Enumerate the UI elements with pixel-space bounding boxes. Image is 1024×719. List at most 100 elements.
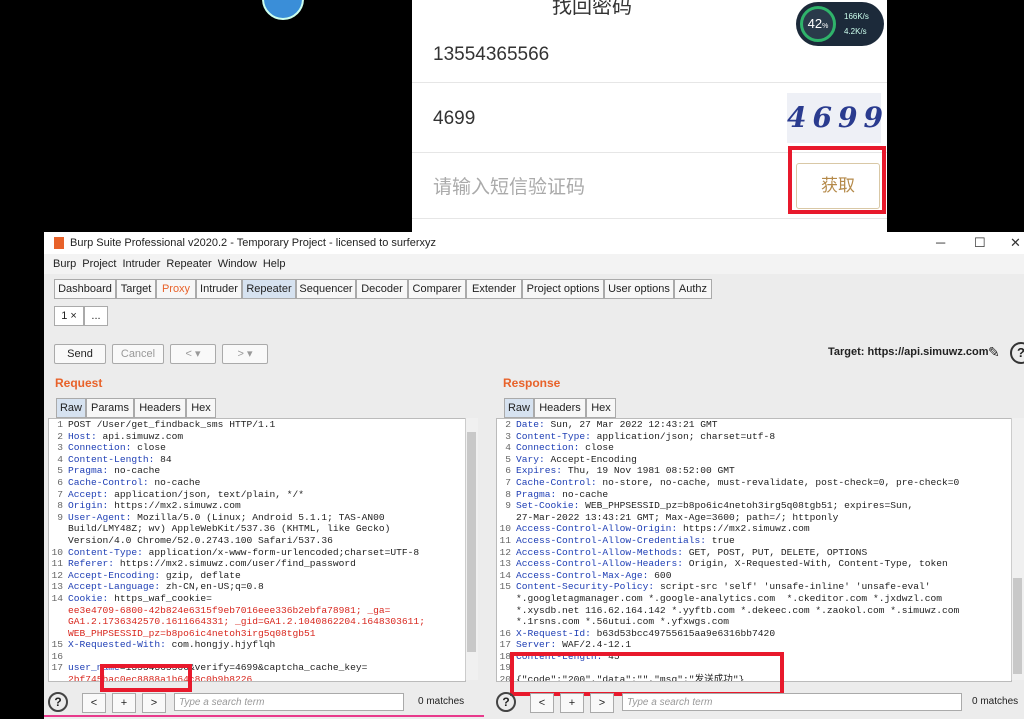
captcha-input[interactable]: 4699: [433, 108, 475, 130]
request-search-help-icon[interactable]: ?: [48, 692, 68, 712]
next-history-button[interactable]: > ▾: [222, 344, 268, 364]
response-header-value: *.xysdb.net 116.62.164.142 *.yyftb.com *…: [516, 604, 960, 616]
request-scroll-thumb[interactable]: [467, 432, 476, 652]
response-editor[interactable]: 2 Date: Sun, 27 Mar 2022 12:43:21 GMT 3 Con…: [496, 418, 1012, 682]
tab-sequencer[interactable]: Sequencer: [296, 279, 356, 299]
response-tab-hex[interactable]: Hex: [586, 398, 616, 418]
help-icon[interactable]: ?: [1010, 342, 1024, 364]
tab-repeater[interactable]: Repeater: [242, 279, 296, 299]
close-icon[interactable]: ✕: [1010, 232, 1021, 254]
repeater-tab-1[interactable]: 1 ×: [54, 306, 84, 326]
response-line-number: 2: [505, 419, 511, 430]
tab-decoder[interactable]: Decoder: [356, 279, 408, 299]
request-tab-headers[interactable]: Headers: [134, 398, 186, 418]
response-search-help-icon[interactable]: ?: [496, 692, 516, 712]
response-scrollbar[interactable]: [1011, 418, 1024, 680]
highlight-box-get: [788, 146, 886, 214]
response-header-value: 600: [648, 569, 672, 581]
request-tab-params[interactable]: Params: [86, 398, 134, 418]
response-scroll-thumb[interactable]: [1013, 578, 1022, 674]
request-header-name: Origin:: [68, 500, 109, 512]
request-header-value: POST /User/get_findback_sms HTTP/1.1: [68, 419, 276, 430]
burp-logo-icon: [54, 237, 64, 249]
request-tab-hex[interactable]: Hex: [186, 398, 216, 418]
request-search-add-button[interactable]: +: [112, 693, 136, 713]
request-header-name: Content-Type:: [68, 546, 143, 558]
request-header-name: Referer:: [68, 558, 115, 570]
request-line-number: 4: [57, 453, 63, 465]
request-header-value: no-cache: [108, 465, 161, 477]
request-editor[interactable]: 1 POST /User/get_findback_sms HTTP/1.1 2 Ho…: [48, 418, 466, 682]
response-line: 8 Pragma: no-cache: [497, 489, 1011, 501]
request-search-next-button[interactable]: >: [142, 693, 166, 713]
response-line: *.xysdb.net 116.62.164.142 *.yyftb.com *…: [497, 605, 1011, 617]
menu-burp[interactable]: Burp: [53, 258, 76, 270]
menu-window[interactable]: Window: [218, 258, 257, 270]
response-header-value: 27-Mar-2022 13:43:21 GMT; Max-Age=3600; …: [516, 511, 839, 523]
captcha-image[interactable]: 4699: [787, 93, 883, 143]
response-line: 16 X-Request-Id: b63d53bcc49755615aa9e631…: [497, 628, 1011, 640]
request-header-value: close: [131, 442, 166, 454]
request-line-number: 13: [51, 581, 63, 593]
response-search-prev-button[interactable]: <: [530, 693, 554, 713]
request-search-prev-button[interactable]: <: [82, 693, 106, 713]
repeater-tab-more[interactable]: ...: [84, 306, 108, 326]
response-line: 5 Vary: Accept-Encoding: [497, 454, 1011, 466]
response-line: 13 Access-Control-Allow-Headers: Origin, …: [497, 558, 1011, 570]
tab-comparer[interactable]: Comparer: [408, 279, 466, 299]
response-tab-raw[interactable]: Raw: [504, 398, 534, 418]
request-line: Build/LMY48Z; wv) AppleWebKit/537.36 (KH…: [49, 523, 465, 535]
menu-help[interactable]: Help: [263, 258, 286, 270]
send-button[interactable]: Send: [54, 344, 106, 364]
minimize-icon[interactable]: ─: [936, 232, 945, 254]
target-label[interactable]: Target: https://api.simuwz.com: [828, 346, 989, 358]
request-line-number: 2: [57, 430, 63, 442]
request-tab-raw[interactable]: Raw: [56, 398, 86, 418]
tab-intruder[interactable]: Intruder: [196, 279, 242, 299]
request-line-number: 3: [57, 442, 63, 454]
request-line: 4 Content-Length: 84: [49, 454, 465, 466]
response-line-number: 4: [505, 442, 511, 454]
response-line-number: 5: [505, 453, 511, 465]
tab-authz[interactable]: Authz: [674, 279, 712, 299]
request-search-input[interactable]: Type a search term: [174, 693, 404, 711]
response-header-name: Content-Security-Policy:: [516, 581, 655, 593]
response-line: 6 Expires: Thu, 19 Nov 1981 08:52:00 GMT: [497, 465, 1011, 477]
request-header-value: ee3e4709-6800-42b824e6315f9eb7016eee336b…: [68, 604, 391, 616]
menu-project[interactable]: Project: [82, 258, 116, 270]
response-search-add-button[interactable]: +: [560, 693, 584, 713]
response-tab-headers[interactable]: Headers: [534, 398, 586, 418]
pencil-icon[interactable]: ✎: [988, 344, 1000, 361]
response-line-number: 17: [499, 639, 511, 651]
request-line-number: 5: [57, 465, 63, 477]
tab-dashboard[interactable]: Dashboard: [54, 279, 116, 299]
sms-code-input[interactable]: 请输入短信验证码: [433, 172, 585, 199]
tab-extender[interactable]: Extender: [466, 279, 522, 299]
cancel-button[interactable]: Cancel: [112, 344, 164, 364]
response-header-value: *.1rsns.com *.56utui.com *.yfxwgs.com: [516, 616, 730, 628]
request-line: 14 Cookie: https_waf_cookie=: [49, 593, 465, 605]
menu-intruder[interactable]: Intruder: [123, 258, 161, 270]
upload-speed: 166K/s: [844, 12, 869, 21]
phone-number-field[interactable]: 13554365566: [433, 44, 549, 66]
tab-user-options[interactable]: User options: [604, 279, 674, 299]
response-header-name: Set-Cookie:: [516, 500, 580, 512]
response-header-value: https://mx2.simuwz.com: [677, 523, 810, 535]
response-search-input[interactable]: Type a search term: [622, 693, 962, 711]
response-line-number: 10: [499, 523, 511, 535]
response-header-value: true: [706, 534, 735, 546]
menu-repeater[interactable]: Repeater: [166, 258, 211, 270]
request-scrollbar[interactable]: [465, 418, 478, 680]
tab-proxy[interactable]: Proxy: [156, 279, 196, 299]
request-line: 15 X-Requested-With: com.hongjy.hjyflqh: [49, 639, 465, 651]
request-header-name: Cookie:: [68, 592, 109, 604]
response-header-name: Access-Control-Allow-Origin:: [516, 523, 678, 535]
tab-project-options[interactable]: Project options: [522, 279, 604, 299]
tab-target[interactable]: Target: [116, 279, 156, 299]
response-search-bar: ? < + > Type a search term 0 matches: [492, 691, 1024, 715]
speed-percent-unit: %: [822, 23, 829, 30]
prev-history-button[interactable]: < ▾: [170, 344, 216, 364]
maximize-icon[interactable]: ☐: [974, 232, 986, 254]
response-search-next-button[interactable]: >: [590, 693, 614, 713]
request-header-value: GA1.2.1736342570.1611664331; _gid=GA1.2.…: [68, 616, 425, 628]
